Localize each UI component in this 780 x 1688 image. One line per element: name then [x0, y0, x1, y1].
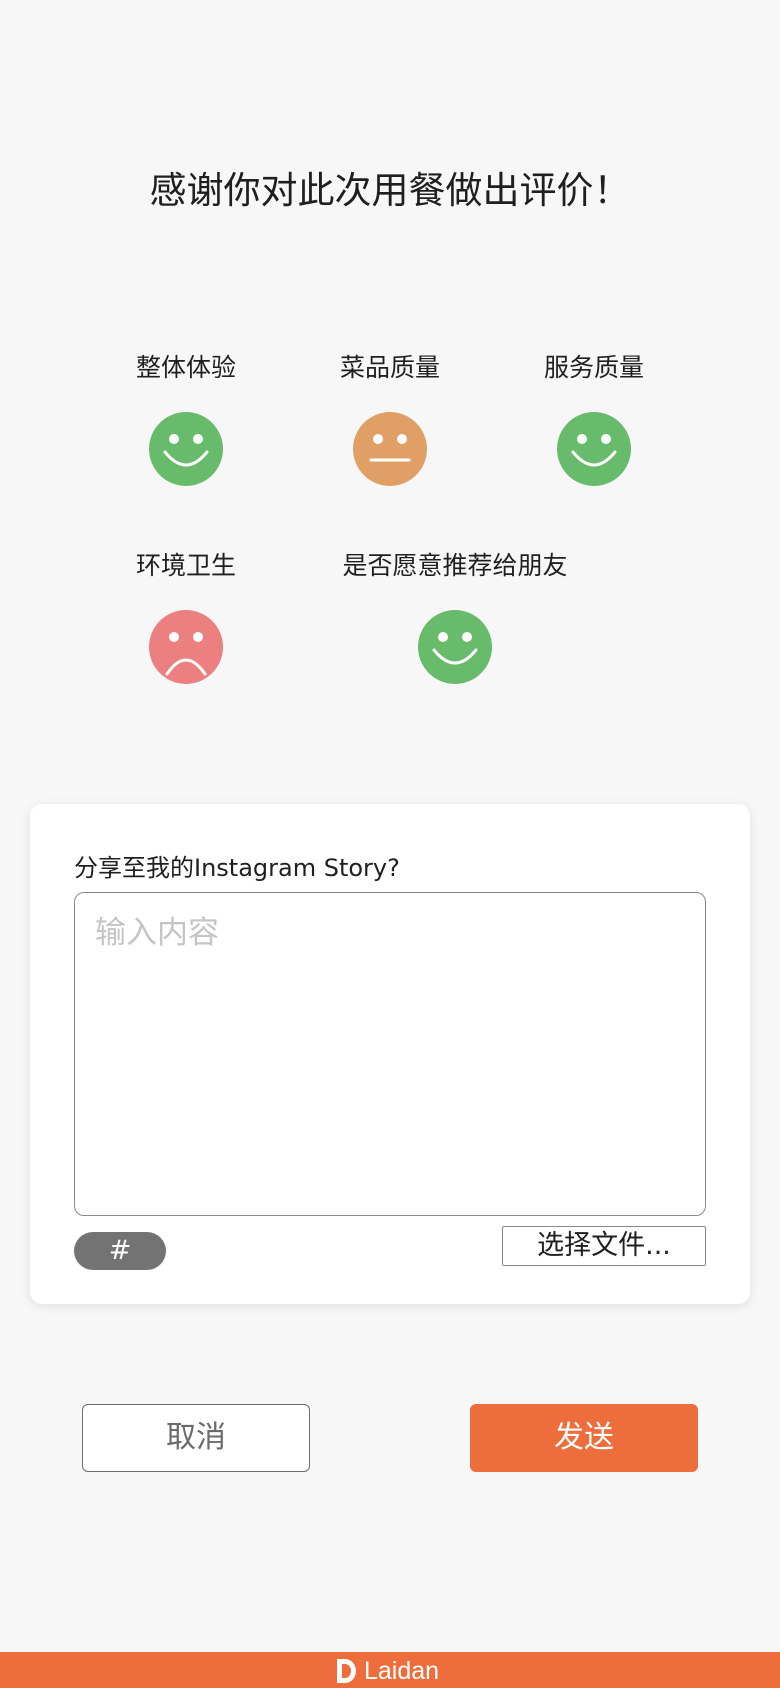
sad-face-icon[interactable]: [149, 610, 223, 684]
rating-environment-hygiene: 环境卫生: [126, 546, 246, 684]
laidan-logo-icon: [337, 1659, 356, 1683]
footer-bar: Laidan: [0, 1652, 780, 1688]
rating-dish-quality: 菜品质量: [330, 348, 450, 486]
happy-face-icon[interactable]: [149, 412, 223, 486]
cancel-button[interactable]: 取消: [82, 1404, 310, 1472]
footer-brand: Laidan: [334, 1656, 439, 1686]
rating-label: 整体体验: [135, 353, 236, 382]
rating-recommend-to-friend: 是否愿意推荐给朋友: [338, 546, 572, 684]
sad-face-graphic: [165, 632, 207, 676]
choose-file-button[interactable]: 选择文件...: [502, 1226, 706, 1266]
hashtag-button[interactable]: #: [74, 1232, 166, 1270]
rating-overall-experience: 整体体验: [126, 348, 246, 486]
neutral-face-graphic: [369, 434, 411, 462]
brand-name: Laidan: [364, 1656, 440, 1685]
send-button[interactable]: 发送: [470, 1404, 698, 1472]
share-question: 分享至我的Instagram Story?: [74, 854, 400, 882]
share-card: 分享至我的Instagram Story? # 选择文件...: [30, 804, 750, 1304]
rating-label: 是否愿意推荐给朋友: [342, 551, 568, 580]
rating-label: 菜品质量: [339, 353, 440, 382]
rating-label: 环境卫生: [135, 551, 236, 580]
happy-face-graphic: [571, 434, 617, 467]
page-title: 感谢你对此次用餐做出评价！: [149, 169, 631, 212]
story-text-input[interactable]: [74, 892, 706, 1216]
rating-service-quality: 服务质量: [534, 348, 654, 486]
happy-face-graphic: [163, 434, 209, 467]
happy-face-icon[interactable]: [557, 412, 631, 486]
neutral-face-icon[interactable]: [353, 412, 427, 486]
happy-face-icon[interactable]: [418, 610, 492, 684]
happy-face-graphic: [432, 632, 478, 665]
rating-label: 服务质量: [543, 353, 644, 382]
